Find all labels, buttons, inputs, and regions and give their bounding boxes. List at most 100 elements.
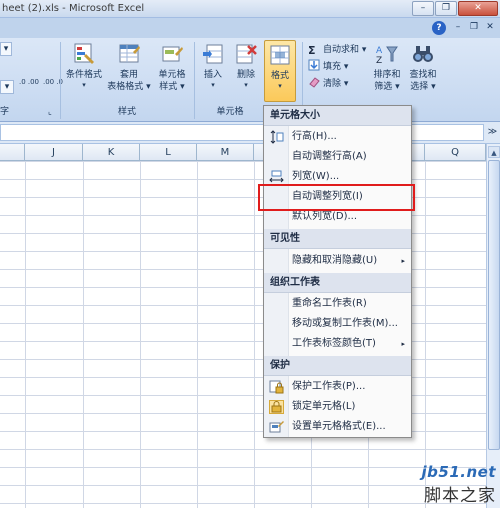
format-cells-icon — [269, 420, 284, 434]
menu-item-protect-sheet[interactable]: 保护工作表(P)... — [264, 377, 411, 397]
column-header-k[interactable]: K — [83, 144, 140, 161]
menu-item-label: 锁定单元格(L) — [292, 401, 356, 412]
watermark-site: jb51.net — [421, 463, 496, 481]
delete-button[interactable]: 删除 ▾ — [230, 40, 262, 102]
formula-bar: ≫ — [0, 122, 500, 144]
insert-button[interactable]: 插入 ▾ — [197, 40, 229, 102]
close-window-button[interactable]: ✕ — [458, 1, 498, 16]
menu-item-label: 工作表标签颜色(T) — [292, 338, 376, 349]
find-select-label-1: 查找和 — [409, 70, 437, 80]
fill-button[interactable]: 填充 ▾ — [308, 59, 348, 75]
cell-styles-label-1: 单元格 — [158, 70, 186, 80]
section-protection: 保护 — [264, 356, 411, 376]
menu-item-hide-unhide[interactable]: 隐藏和取消隐藏(U) ▸ — [264, 251, 411, 271]
menu-item-label: 重命名工作表(R) — [292, 298, 367, 309]
section-visibility: 可见性 — [264, 229, 411, 249]
close-workbook-button[interactable]: ✕ — [483, 21, 497, 34]
increase-decimal-button[interactable]: .0 .00 — [18, 78, 40, 96]
menu-item-format-cells[interactable]: 设置单元格格式(E)... — [264, 417, 411, 437]
cell-styles-label-2: 样式 — [159, 82, 178, 92]
grid-line — [425, 161, 426, 508]
help-icon[interactable]: ? — [432, 21, 446, 35]
grid-line — [254, 161, 255, 508]
ribbon-tab-row: ? – ❐ ✕ — [0, 18, 500, 38]
chevron-down-icon: ▾ — [143, 82, 151, 92]
chevron-down-icon: ▾ — [82, 81, 86, 89]
format-cells-icon — [268, 43, 292, 67]
binoculars-icon — [411, 42, 435, 66]
column-header-l[interactable]: L — [140, 144, 197, 161]
clear-button[interactable]: 清除 ▾ — [308, 76, 348, 92]
annotation-highlight-box — [258, 184, 415, 211]
menu-item-lock-cell[interactable]: 锁定单元格(L) — [264, 397, 411, 417]
chevron-down-icon: ▾ — [278, 82, 282, 90]
scrollbar-thumb[interactable] — [488, 160, 500, 450]
chevron-down-icon: ▾ — [428, 82, 436, 92]
watermark: jb51.net 脚本之家 — [422, 463, 496, 506]
sort-filter-icon: AZ — [375, 42, 399, 66]
number-format-dropdown[interactable]: ▾ — [0, 80, 14, 94]
column-header[interactable] — [0, 144, 25, 161]
protect-sheet-icon — [269, 380, 284, 394]
title-bar: heet (2).xls - Microsoft Excel – ❐ ✕ — [0, 0, 500, 18]
vertical-scrollbar[interactable]: ▲ — [486, 144, 500, 508]
find-select-label-2: 选择 — [410, 82, 429, 92]
menu-item-label: 自动调整行高(A) — [292, 151, 367, 162]
submenu-arrow-icon: ▸ — [401, 257, 405, 265]
menu-item-label: 设置单元格格式(E)... — [292, 421, 386, 432]
row-height-icon — [269, 130, 284, 144]
sort-filter-label-1: 排序和 — [373, 70, 401, 80]
expand-formula-bar-button[interactable]: ≫ — [486, 124, 499, 141]
scroll-up-arrow-icon[interactable]: ▲ — [488, 146, 500, 158]
section-organize-sheets: 组织工作表 — [264, 273, 411, 293]
window-title: heet (2).xls - Microsoft Excel — [2, 3, 145, 14]
number-group-label: 字 — [0, 107, 10, 117]
menu-item-rename-sheet[interactable]: 重命名工作表(R) — [264, 294, 411, 314]
chevron-down-icon: ▾ — [177, 82, 185, 92]
sort-filter-label-2: 筛选 — [374, 82, 393, 92]
group-separator — [60, 42, 61, 119]
minimize-workbook-button[interactable]: – — [451, 21, 465, 34]
format-as-table-button[interactable]: 套用 表格格式 ▾ — [106, 40, 152, 102]
watermark-name: 脚本之家 — [424, 486, 496, 506]
menu-item-tab-color[interactable]: 工作表标签颜色(T) ▸ — [264, 334, 411, 354]
restore-window-button[interactable]: ❐ — [435, 1, 457, 16]
column-header-q[interactable]: Q — [425, 144, 486, 161]
chevron-down-icon: ▾ — [341, 62, 349, 72]
menu-item-autofit-row-height[interactable]: 自动调整行高(A) — [264, 147, 411, 167]
chevron-down-icon: ▾ — [359, 45, 367, 55]
chevron-down-icon: ▾ — [244, 81, 248, 89]
sort-filter-button[interactable]: AZ 排序和 筛选 ▾ — [370, 40, 404, 102]
table-format-icon — [117, 42, 141, 66]
conditional-format-label: 条件格式 — [65, 70, 102, 80]
font-size-dropdown[interactable]: ▾ — [0, 42, 12, 56]
format-as-table-label-1: 套用 — [119, 70, 138, 80]
insert-label: 插入 — [203, 70, 222, 80]
format-button[interactable]: 格式 ▾ — [264, 40, 296, 102]
number-dialog-launcher[interactable]: ⌞ — [44, 105, 56, 119]
section-cell-size: 单元格大小 — [264, 106, 411, 126]
fill-down-icon — [308, 59, 321, 71]
delete-cells-icon — [234, 42, 258, 66]
menu-item-row-height[interactable]: 行高(H)... — [264, 127, 411, 147]
chevron-down-icon: ▾ — [341, 79, 349, 89]
autosum-label: 自动求和 — [323, 45, 360, 55]
autosum-button[interactable]: Σ 自动求和 ▾ — [308, 42, 366, 58]
worksheet-grid[interactable] — [0, 161, 486, 508]
insert-cells-icon — [201, 42, 225, 66]
restore-workbook-button[interactable]: ❐ — [467, 21, 481, 34]
group-separator — [194, 42, 195, 119]
column-header-m[interactable]: M — [197, 144, 254, 161]
fill-label: 填充 — [323, 62, 342, 72]
sigma-icon: Σ — [308, 44, 316, 57]
delete-label: 删除 — [236, 70, 255, 80]
menu-item-move-copy-sheet[interactable]: 移动或复制工作表(M)... — [264, 314, 411, 334]
find-select-button[interactable]: 查找和 选择 ▾ — [405, 40, 441, 102]
menu-item-label: 行高(H)... — [292, 131, 337, 142]
conditional-format-button[interactable]: 条件格式 ▾ — [62, 40, 106, 102]
minimize-window-button[interactable]: – — [412, 1, 434, 16]
column-header-j[interactable]: J — [25, 144, 83, 161]
submenu-arrow-icon: ▸ — [401, 340, 405, 348]
ribbon: ▾ ▾ .0 .00 .00 .0 字 ⌞ 条件格式 ▾ 套用 表格格式 ▾ 单… — [0, 38, 500, 122]
cell-styles-button[interactable]: 单元格 样式 ▾ — [152, 40, 192, 102]
